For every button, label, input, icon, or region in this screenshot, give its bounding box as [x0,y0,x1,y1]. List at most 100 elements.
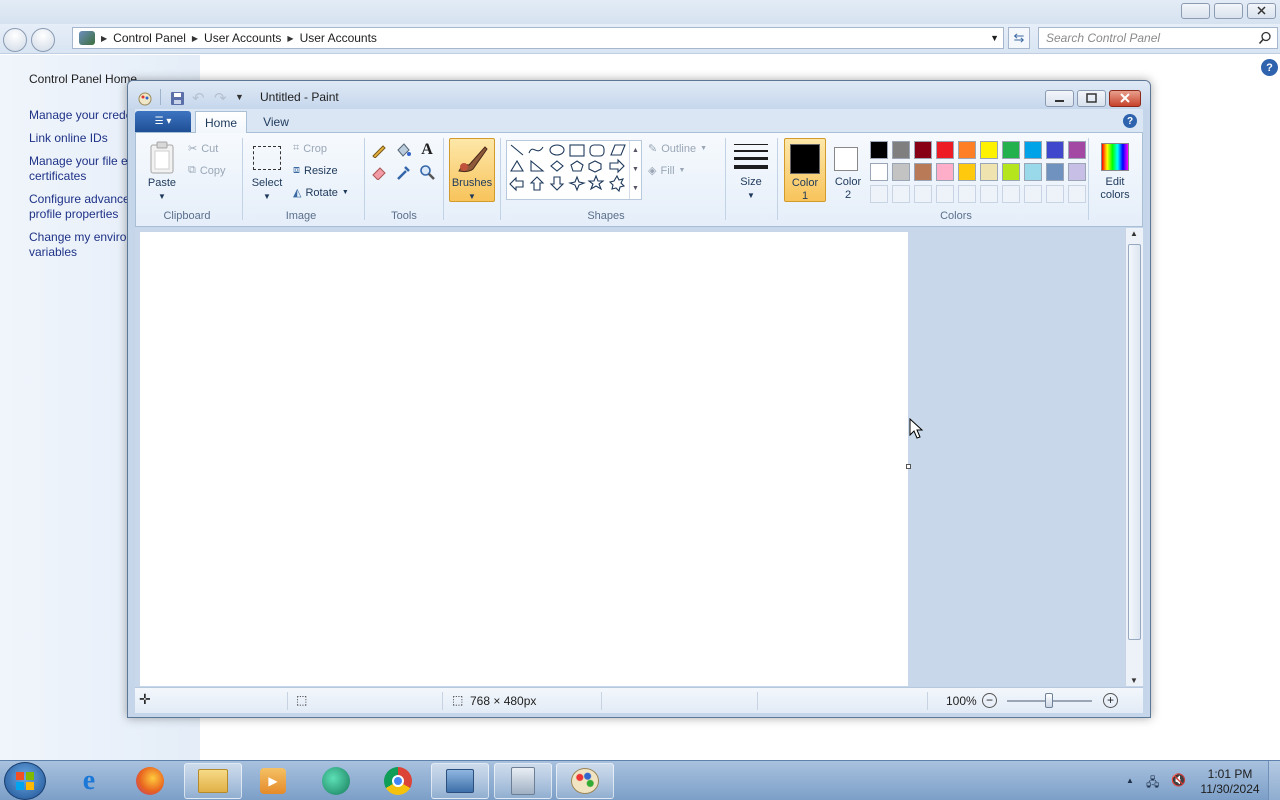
taskbar-chrome[interactable] [369,763,427,799]
sidebar-link-profile[interactable]: Configure advance [29,192,129,207]
show-desktop-button[interactable] [1268,761,1280,800]
search-input[interactable]: Search Control Panel [1038,27,1278,49]
paint-maximize-button[interactable] [1077,90,1106,107]
outline-button[interactable]: ✎ Outline ▼ [648,142,707,156]
scroll-down-icon[interactable]: ▼ [1130,676,1138,685]
taskbar-internet-explorer[interactable]: e [60,763,118,799]
canvas-resize-handle[interactable] [906,464,911,469]
paint-close-button[interactable] [1109,90,1141,107]
palette-swatch[interactable] [980,141,998,159]
brushes-button[interactable]: Brushes ▼ [449,138,495,202]
scrollbar-thumb[interactable] [1128,244,1141,640]
palette-swatch[interactable] [914,141,932,159]
taskbar-media-player[interactable]: ▶ [244,763,302,799]
paste-button[interactable]: Paste [144,177,180,190]
taskbar-paint[interactable] [556,763,614,799]
copy-button[interactable]: ⧉ Copy [188,164,226,177]
palette-swatch[interactable] [892,141,910,159]
palette-swatch[interactable] [1024,141,1042,159]
palette-swatch[interactable] [892,163,910,181]
zoom-out-button[interactable]: − [982,693,997,708]
eraser-icon[interactable] [369,162,389,182]
close-button[interactable] [1247,3,1276,19]
palette-swatch[interactable] [1046,141,1064,159]
palette-custom-slot[interactable] [958,185,976,203]
palette-custom-slot[interactable] [892,185,910,203]
help-icon[interactable]: ? [1261,59,1278,76]
breadcrumb-control-panel[interactable]: Control Panel [113,31,186,45]
palette-swatch[interactable] [980,163,998,181]
palette-swatch[interactable] [1068,163,1086,181]
shapes-scroll-column[interactable]: ▲ ▼ ▼ [629,141,641,199]
palette-custom-slot[interactable] [1024,185,1042,203]
zoom-in-button[interactable]: + [1103,693,1118,708]
address-field[interactable]: ▶ Control Panel ▶ User Accounts ▶ User A… [72,27,1004,49]
start-button[interactable] [4,762,46,800]
restore-button[interactable] [1214,3,1243,19]
color1-button[interactable]: Color 1 [784,138,826,202]
resize-button[interactable]: ⧈ Resize [293,164,338,177]
pencil-icon[interactable] [369,140,389,160]
sidebar-home-link[interactable]: Control Panel Home [29,72,137,87]
palette-swatch[interactable] [936,141,954,159]
crop-button[interactable]: ⌗ Crop [293,142,327,155]
paste-dropdown-icon[interactable]: ▼ [144,190,180,203]
select-button[interactable]: Select [246,177,288,190]
palette-custom-slot[interactable] [1046,185,1064,203]
select-dropdown-icon[interactable]: ▼ [246,190,288,203]
palette-swatch[interactable] [958,163,976,181]
volume-muted-icon[interactable]: 🔇 [1171,773,1186,787]
save-icon[interactable] [170,91,186,107]
taskbar-app-circle[interactable] [307,763,365,799]
taskbar-control-panel[interactable] [431,763,489,799]
fill-button[interactable]: ◈ Fill ▼ [648,164,685,178]
palette-custom-slot[interactable] [936,185,954,203]
undo-icon[interactable]: ↶ [192,89,205,107]
customize-quick-access-icon[interactable]: ▼ [235,92,244,102]
back-button[interactable] [3,28,27,52]
palette-swatch[interactable] [958,141,976,159]
edit-colors-button[interactable]: Edit colors [1092,138,1138,202]
palette-swatch[interactable] [1002,163,1020,181]
vertical-scrollbar[interactable]: ▲ ▼ [1125,228,1143,686]
refresh-button[interactable]: ⇆ [1008,27,1030,49]
size-button[interactable]: Size ▼ [731,138,771,202]
shapes-gallery[interactable]: ▲ ▼ ▼ [506,140,642,200]
sidebar-link-credentials[interactable]: Manage your crede [29,108,129,123]
palette-swatch[interactable] [1046,163,1064,181]
taskbar-firefox[interactable] [121,763,179,799]
color-picker-icon[interactable] [393,162,413,182]
taskbar-clock[interactable]: 1:01 PM 11/30/2024 [1196,767,1264,797]
breadcrumb-user-accounts[interactable]: User Accounts [204,31,281,45]
network-icon[interactable]: 🖧 [1146,773,1159,794]
palette-custom-slot[interactable] [870,185,888,203]
show-hidden-icons-icon[interactable]: ▲ [1126,776,1134,785]
sidebar-link-environment[interactable]: Change my enviro [29,230,129,245]
palette-swatch[interactable] [1002,141,1020,159]
sidebar-link-file-encryption-line2[interactable]: certificates [29,169,129,184]
palette-swatch[interactable] [936,163,954,181]
forward-button[interactable] [31,28,55,52]
tab-home[interactable]: Home [195,111,247,133]
palette-custom-slot[interactable] [1068,185,1086,203]
palette-swatch[interactable] [914,163,932,181]
paint-menu-button[interactable]: ☰ ▾ [135,111,191,132]
palette-custom-slot[interactable] [980,185,998,203]
palette-custom-slot[interactable] [914,185,932,203]
paint-minimize-button[interactable] [1045,90,1074,107]
drawing-canvas[interactable] [140,232,908,686]
sidebar-link-environment-line2[interactable]: variables [29,245,129,260]
sidebar-link-profile-line2[interactable]: profile properties [29,207,129,222]
sidebar-link-online-ids[interactable]: Link online IDs [29,131,129,146]
palette-swatch[interactable] [870,163,888,181]
minimize-button[interactable] [1181,3,1210,19]
tab-view[interactable]: View [251,111,301,133]
cut-button[interactable]: ✂ Cut [188,142,218,156]
palette-swatch[interactable] [870,141,888,159]
zoom-slider-thumb[interactable] [1045,693,1053,708]
sidebar-link-file-encryption[interactable]: Manage your file e [29,154,129,169]
palette-swatch[interactable] [1068,141,1086,159]
redo-icon[interactable]: ↷ [214,89,227,107]
breadcrumb-user-accounts-current[interactable]: User Accounts [300,31,377,45]
taskbar-file-explorer[interactable] [184,763,242,799]
